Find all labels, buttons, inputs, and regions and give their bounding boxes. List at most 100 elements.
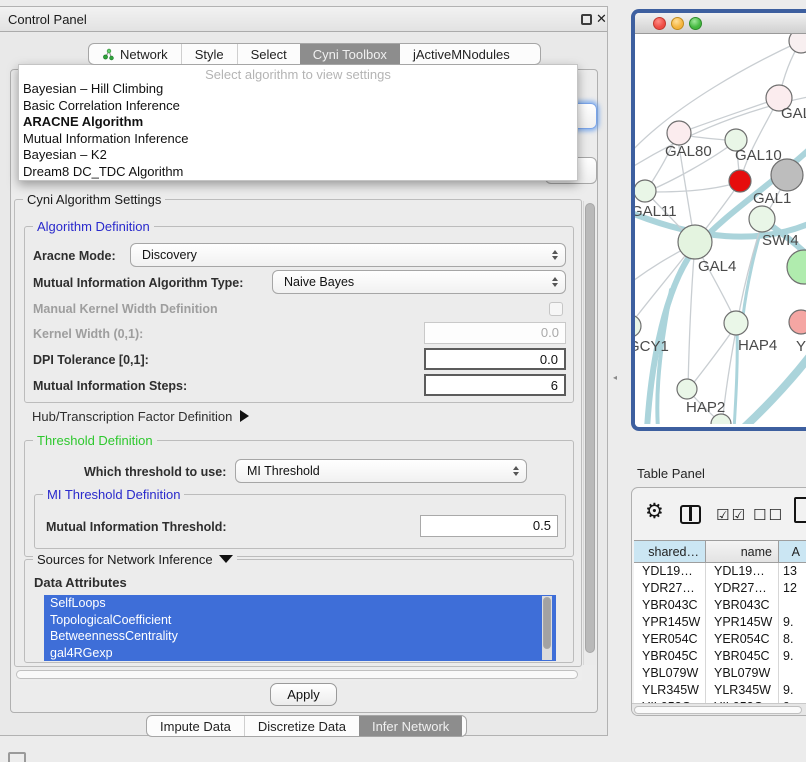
table-hscrollbar-thumb[interactable] [634,706,802,714]
data-attribute-item[interactable]: SelfLoops [44,595,556,612]
network-node[interactable] [635,180,656,202]
network-node[interactable] [749,206,775,232]
network-node[interactable] [789,310,806,334]
network-node[interactable] [677,379,697,399]
which-threshold-combobox[interactable]: MI Threshold [235,459,527,483]
mi-threshold-input[interactable]: 0.5 [420,515,558,537]
kernel-width-label: Kernel Width (0,1): [33,327,143,341]
sources-title-text: Sources for Network Inference [37,552,213,567]
minimize-traffic-light-icon[interactable] [671,17,684,30]
hub-definition-toggle[interactable]: Hub/Transcription Factor Definition [32,409,249,424]
attributes-scrollbar-track[interactable] [542,596,552,660]
mini-button[interactable] [8,752,26,762]
zoom-traffic-light-icon[interactable] [689,17,702,30]
data-attribute-item[interactable]: TopologicalCoefficient [44,612,556,629]
network-node[interactable] [724,311,748,335]
data-attribute-item[interactable]: BetweennessCentrality [44,628,556,645]
settings-scrollbar-track[interactable] [583,201,596,665]
dropdown-item[interactable]: Bayesian – Hill Climbing [23,81,575,98]
settings-scrollbar-thumb[interactable] [585,203,595,653]
network-node[interactable] [635,315,641,337]
column-header[interactable]: shared… [634,541,706,562]
network-node[interactable] [667,121,691,145]
manual-kernel-width-label: Manual Kernel Width Definition [33,302,218,316]
table-cell: YDL19… [634,563,706,580]
settings-hscrollbar-track[interactable] [14,669,582,681]
tab-cyni-toolbox[interactable]: Cyni Toolbox [300,44,400,64]
control-panel-window: Control Panel ✕ Cyni Algorithm Settings … [0,6,608,736]
network-node[interactable] [678,225,712,259]
data-attribute-item[interactable]: gal4RGexp [44,645,556,662]
table-row[interactable]: YBR045CYBR045C9. [634,648,806,665]
dropdown-item[interactable]: Bayesian – K2 [23,147,575,164]
dropdown-item[interactable]: Dream8 DC_TDC Algorithm [23,164,575,181]
close-traffic-light-icon[interactable] [653,17,666,30]
gear-icon[interactable]: ⚙ [645,499,664,524]
splitter-collapse-icon[interactable]: ◂ [613,373,617,382]
network-node[interactable] [787,250,806,284]
sources-title[interactable]: Sources for Network Inference [33,552,237,567]
table-row[interactable]: YER054CYER054C8. [634,631,806,648]
close-icon[interactable]: ✕ [596,11,607,27]
mi-threshold-definition-title: MI Threshold Definition [43,487,184,502]
table-row[interactable]: YLR345WYLR345W9. [634,682,806,699]
tab-jactivemnodules[interactable]: jActiveMNodules [400,44,523,64]
table-hscrollbar-track[interactable] [632,703,806,716]
table-row[interactable]: YDL19…YDL19…13 [634,563,806,580]
network-canvas[interactable]: GALGAL80GAL10GAL1GAL11SWI4GAL4GCY1HAP4YH… [635,34,806,424]
column-header[interactable]: A [779,541,806,562]
kernel-width-input[interactable]: 0.0 [424,322,566,344]
table-row[interactable]: YBR043CYBR043C [634,597,806,614]
table-row[interactable]: YPR145WYPR145W9. [634,614,806,631]
network-edge[interactable] [737,352,806,424]
tab-impute-data[interactable]: Impute Data [147,716,244,736]
table-cell: 9. [779,614,806,631]
dropdown-item[interactable]: ARACNE Algorithm [23,114,575,131]
network-window-titlebar[interactable] [635,13,806,34]
column-header[interactable]: name [706,541,779,562]
attributes-scrollbar-thumb[interactable] [543,597,551,649]
table-panel-window: ⚙ ☑☑ ☐☐ shared…nameA YDL19…YDL19…13YDR27… [631,487,806,716]
network-node[interactable] [789,34,806,53]
dropdown-item[interactable]: Basic Correlation Inference [23,98,575,115]
mi-algorithm-type-combobox[interactable]: Naive Bayes [272,270,566,294]
tab-label: Cyni Toolbox [313,47,387,62]
table-cell: YDL19… [706,563,779,580]
tab-network[interactable]: Network [89,44,181,64]
document-icon[interactable] [794,497,806,523]
tab-style[interactable]: Style [181,44,237,64]
table-row[interactable]: YDR27…YDR27…12 [634,580,806,597]
mi-algorithm-type-value: Naive Bayes [284,275,354,289]
table-row[interactable]: YBL079WYBL079W [634,665,806,682]
network-node-label: GCY1 [635,338,669,355]
network-edge[interactable] [646,182,740,192]
network-edge[interactable] [688,243,695,390]
dpi-tolerance-input[interactable]: 0.0 [424,348,566,370]
table-cell: YPR145W [634,614,706,631]
network-canvas-svg: GALGAL80GAL10GAL1GAL11SWI4GAL4GCY1HAP4YH… [635,34,806,424]
algorithm-definition-title: Algorithm Definition [33,219,154,234]
float-window-icon[interactable] [581,14,592,25]
network-node[interactable] [729,170,751,192]
apply-button[interactable]: Apply [270,683,337,706]
tab-select[interactable]: Select [237,44,300,64]
tab-discretize-data[interactable]: Discretize Data [244,716,359,736]
combo-stepper-icon [513,466,519,476]
settings-hscrollbar-thumb[interactable] [16,670,578,679]
table-cell: YBL079W [634,665,706,682]
dropdown-item[interactable]: Mutual Information Inference [23,131,575,148]
table-cell: 12 [779,580,806,597]
aracne-mode-combobox[interactable]: Discovery [130,243,566,267]
tab-infer-network[interactable]: Infer Network [359,716,462,736]
deselect-all-checkboxes-icon[interactable]: ☐☐ [753,506,784,524]
network-edge[interactable] [677,98,779,134]
columns-icon[interactable] [680,505,701,524]
data-attributes-list[interactable]: SelfLoopsTopologicalCoefficientBetweenne… [44,595,556,661]
mi-steps-input[interactable]: 6 [424,374,566,396]
manual-kernel-width-checkbox[interactable] [549,302,563,316]
network-edge[interactable] [734,328,737,424]
table-cell: YBR043C [634,597,706,614]
table-cell: YPR145W [706,614,779,631]
network-edge[interactable] [688,324,737,390]
select-all-checkboxes-icon[interactable]: ☑☑ [716,506,747,524]
